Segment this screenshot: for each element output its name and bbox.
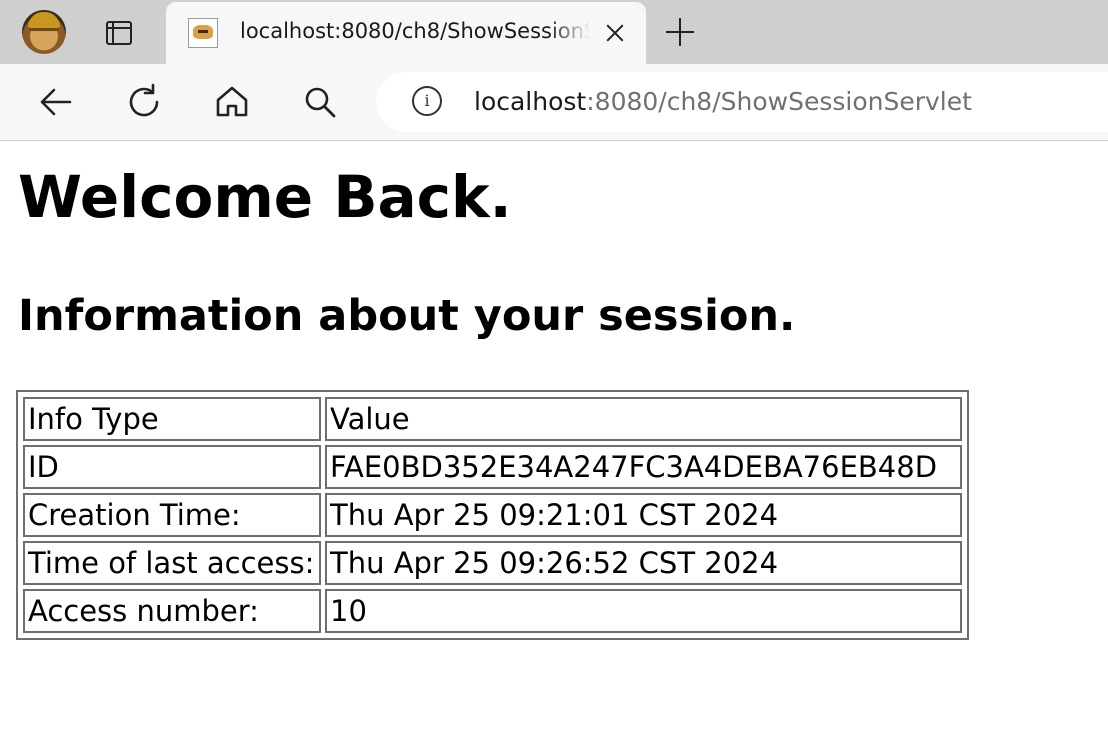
tab-actions-icon[interactable] bbox=[102, 17, 138, 47]
home-icon[interactable] bbox=[212, 82, 252, 122]
profile-avatar-icon[interactable] bbox=[22, 10, 66, 54]
table-row: ID FAE0BD352E34A247FC3A4DEBA76EB48D bbox=[23, 445, 962, 489]
info-type-cell: ID bbox=[23, 445, 321, 489]
browser-tab[interactable]: localhost:8080/ch8/ShowSessionServlet bbox=[166, 2, 646, 64]
address-host: localhost bbox=[474, 87, 587, 116]
browser-toolbar: i localhost:8080/ch8/ShowSessionServlet bbox=[0, 64, 1108, 141]
info-type-cell: Time of last access: bbox=[23, 541, 321, 585]
table-row: Creation Time: Thu Apr 25 09:21:01 CST 2… bbox=[23, 493, 962, 537]
header-cell: Value bbox=[325, 397, 962, 441]
address-path: :8080/ch8/ShowSessionServlet bbox=[586, 87, 972, 116]
value-cell: 10 bbox=[325, 589, 962, 633]
info-type-cell: Access number: bbox=[23, 589, 321, 633]
table-row: Access number: 10 bbox=[23, 589, 962, 633]
info-type-cell: Creation Time: bbox=[23, 493, 321, 537]
table-row: Time of last access: Thu Apr 25 09:26:52… bbox=[23, 541, 962, 585]
back-arrow-icon[interactable] bbox=[36, 82, 76, 122]
info-icon[interactable]: i bbox=[412, 86, 442, 116]
plus-icon[interactable] bbox=[664, 16, 696, 48]
value-cell: Thu Apr 25 09:26:52 CST 2024 bbox=[325, 541, 962, 585]
header-cell: Info Type bbox=[23, 397, 321, 441]
address-text[interactable]: localhost:8080/ch8/ShowSessionServlet bbox=[474, 87, 972, 116]
value-cell: FAE0BD352E34A247FC3A4DEBA76EB48D bbox=[325, 445, 962, 489]
page-subtitle: Information about your session. bbox=[18, 291, 796, 341]
tab-title: localhost:8080/ch8/ShowSessionServlet bbox=[240, 19, 590, 43]
tab-strip: localhost:8080/ch8/ShowSessionServlet bbox=[0, 0, 1108, 64]
search-icon[interactable] bbox=[300, 82, 340, 122]
session-info-table: Info Type Value ID FAE0BD352E34A247FC3A4… bbox=[16, 390, 969, 640]
tomcat-favicon-icon bbox=[188, 18, 218, 48]
close-icon[interactable] bbox=[602, 20, 628, 46]
page-title: Welcome Back. bbox=[18, 163, 512, 231]
value-cell: Thu Apr 25 09:21:01 CST 2024 bbox=[325, 493, 962, 537]
address-bar[interactable]: i localhost:8080/ch8/ShowSessionServlet bbox=[376, 72, 1108, 132]
table-header-row: Info Type Value bbox=[23, 397, 962, 441]
refresh-icon[interactable] bbox=[124, 82, 164, 122]
